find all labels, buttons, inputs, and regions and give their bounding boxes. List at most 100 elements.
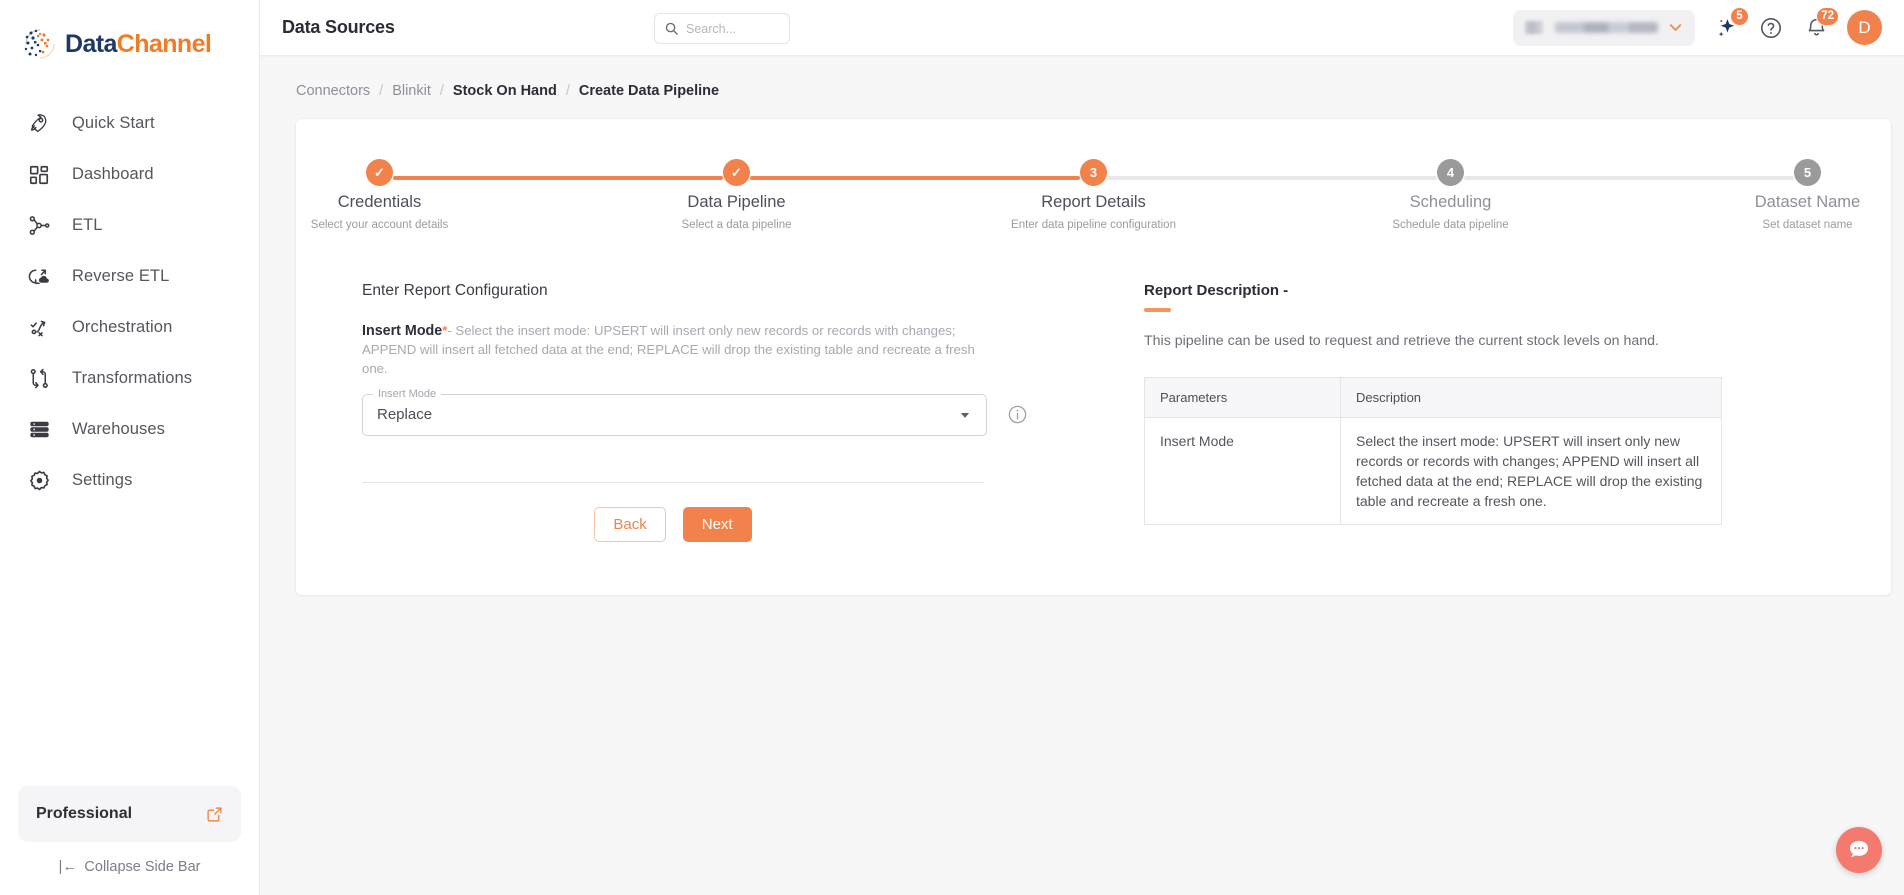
step-subtitle: Select your account details	[310, 219, 449, 231]
sidebar-item-label: Orchestration	[72, 318, 173, 336]
notifications-button[interactable]: 72	[1802, 6, 1839, 42]
collapse-sidebar-button[interactable]: |← Collapse Side Bar	[18, 858, 241, 881]
step-subtitle: Enter data pipeline configuration	[1011, 219, 1176, 231]
step-2-data-pipeline[interactable]: ✓ Data Pipeline Select a data pipeline	[682, 159, 791, 231]
sidebar-footer: Professional |← Collapse Side Bar	[0, 786, 259, 895]
etl-nodes-icon	[26, 213, 52, 239]
step-3-circle: 3	[1080, 159, 1107, 186]
step-title: Scheduling	[1409, 193, 1492, 211]
report-description-column: Report Description - This pipeline can b…	[1096, 282, 1851, 542]
sidebar-item-transformations[interactable]: Transformations	[0, 353, 259, 404]
rocket-icon	[26, 111, 52, 137]
ai-badge: 5	[1730, 6, 1749, 26]
breadcrumb: Connectors / Blinkit / Stock On Hand / C…	[260, 56, 1904, 99]
step-3-report-details[interactable]: 3 Report Details Enter data pipeline con…	[1011, 159, 1176, 231]
insert-mode-row: Insert Mode Replace	[362, 387, 1096, 436]
search-box[interactable]	[654, 13, 790, 44]
column-header-description: Description	[1340, 377, 1722, 418]
step-4-labels: Scheduling Schedule data pipeline	[1392, 193, 1508, 231]
parameters-table: Parameters Description Insert Mode Selec…	[1144, 376, 1722, 526]
plan-label: Professional	[36, 805, 133, 822]
sidebar-item-orchestration[interactable]: Orchestration	[0, 302, 259, 353]
form-divider	[362, 481, 984, 483]
brand-name: DataChannel	[65, 29, 212, 59]
sidebar-item-etl[interactable]: ETL	[0, 200, 259, 251]
wizard-body: Enter Report Configuration Insert Mode*-…	[336, 282, 1851, 542]
back-button[interactable]: Back	[594, 506, 666, 542]
report-config-column: Enter Report Configuration Insert Mode*-…	[336, 282, 1096, 542]
insert-mode-value: Replace	[377, 406, 433, 424]
insert-mode-description: Insert Mode*- Select the insert mode: UP…	[362, 321, 982, 379]
page-title: Data Sources	[282, 17, 395, 37]
chat-support-button[interactable]	[1836, 827, 1882, 873]
plan-card[interactable]: Professional	[18, 786, 241, 842]
step-title: Report Details	[1041, 193, 1146, 211]
column-header-parameters: Parameters	[1144, 377, 1341, 418]
sidebar-nav: Quick Start Dashboard ETL Reverse ETL Or…	[0, 98, 259, 506]
step-1-labels: Credentials Select your account details	[311, 193, 448, 231]
step-subtitle: Schedule data pipeline	[1392, 219, 1509, 231]
insert-mode-help-text: - Select the insert mode: UPSERT will in…	[362, 323, 975, 377]
notification-badge: 72	[1816, 6, 1839, 26]
breadcrumb-item-connectors[interactable]: Connectors	[296, 83, 370, 99]
brand-name-part2: Channel	[116, 29, 212, 58]
report-description-text: This pipeline can be used to request and…	[1144, 333, 1659, 349]
content-area: Connectors / Blinkit / Stock On Hand / C…	[260, 56, 1904, 895]
sidebar-item-label: Settings	[72, 471, 133, 489]
step-4-scheduling[interactable]: 4 Scheduling Schedule data pipeline	[1392, 159, 1509, 231]
dashboard-grid-icon	[26, 162, 52, 188]
dropdown-arrow-icon	[958, 408, 972, 422]
step-1-credentials[interactable]: ✓ Credentials Select your account detail…	[311, 159, 448, 231]
brand-logo[interactable]: DataChannel	[0, 0, 259, 82]
sidebar-item-reverse-etl[interactable]: Reverse ETL	[0, 251, 259, 302]
step-5-circle: 5	[1794, 159, 1821, 186]
app-root: DataChannel Quick Start Dashboard ETL Re…	[0, 0, 1904, 895]
sidebar-item-quick-start[interactable]: Quick Start	[0, 98, 259, 149]
organization-selector[interactable]	[1513, 9, 1695, 46]
step-2-labels: Data Pipeline Select a data pipeline	[682, 193, 792, 231]
breadcrumb-item-create-data-pipeline: Create Data Pipeline	[578, 83, 720, 99]
chat-bubble-icon	[1846, 837, 1872, 863]
breadcrumb-separator: /	[439, 83, 444, 99]
chevron-down-icon	[1666, 18, 1685, 37]
external-link-icon[interactable]	[206, 806, 223, 823]
gear-icon	[26, 468, 52, 494]
user-avatar[interactable]: D	[1847, 10, 1882, 45]
info-icon[interactable]	[1007, 404, 1028, 425]
cell-parameter-description: Select the insert mode: UPSERT will inse…	[1356, 432, 1703, 510]
insert-mode-select[interactable]: Insert Mode Replace	[362, 387, 987, 436]
sidebar-item-label: ETL	[72, 216, 103, 234]
report-description-title: Report Description -	[1144, 282, 1289, 299]
step-subtitle: Select a data pipeline	[681, 219, 792, 231]
stepper-track: ✓ Credentials Select your account detail…	[311, 159, 1860, 231]
warehouse-stack-icon	[26, 417, 52, 443]
main-area: Data Sources Search... 5 72 D Connectors…	[260, 0, 1904, 895]
breadcrumb-item-stock-on-hand[interactable]: Stock On Hand	[453, 83, 557, 99]
search-input[interactable]	[686, 21, 780, 36]
stepper-connector-3-4	[1107, 176, 1437, 181]
datachannel-logo-icon	[22, 26, 58, 62]
title-underline	[1144, 308, 1171, 312]
table-row: Insert Mode Select the insert mode: UPSE…	[1144, 417, 1722, 525]
breadcrumb-item-blinkit[interactable]: Blinkit	[392, 83, 431, 99]
wizard-actions: Back Next	[362, 506, 984, 542]
step-5-labels: Dataset Name Set dataset name	[1755, 193, 1860, 231]
search-icon	[664, 21, 679, 36]
step-title: Credentials	[337, 193, 422, 211]
parameters-table-head: Parameters Description	[1144, 377, 1722, 418]
sidebar: DataChannel Quick Start Dashboard ETL Re…	[0, 0, 260, 895]
organization-name	[1555, 22, 1658, 33]
sidebar-item-dashboard[interactable]: Dashboard	[0, 149, 259, 200]
orchestration-icon	[26, 315, 52, 341]
breadcrumb-separator: /	[379, 83, 384, 99]
sidebar-item-warehouses[interactable]: Warehouses	[0, 404, 259, 455]
sidebar-item-label: Reverse ETL	[72, 267, 170, 285]
ai-assistant-button[interactable]: 5	[1712, 6, 1749, 42]
next-button[interactable]: Next	[682, 506, 752, 542]
sidebar-item-settings[interactable]: Settings	[0, 455, 259, 506]
wizard-stepper: ✓ Credentials Select your account detail…	[311, 153, 1860, 231]
help-button[interactable]	[1757, 14, 1785, 42]
help-circle-icon	[1759, 16, 1783, 40]
step-5-dataset-name[interactable]: 5 Dataset Name Set dataset name	[1755, 159, 1860, 231]
sidebar-item-label: Warehouses	[72, 420, 166, 438]
